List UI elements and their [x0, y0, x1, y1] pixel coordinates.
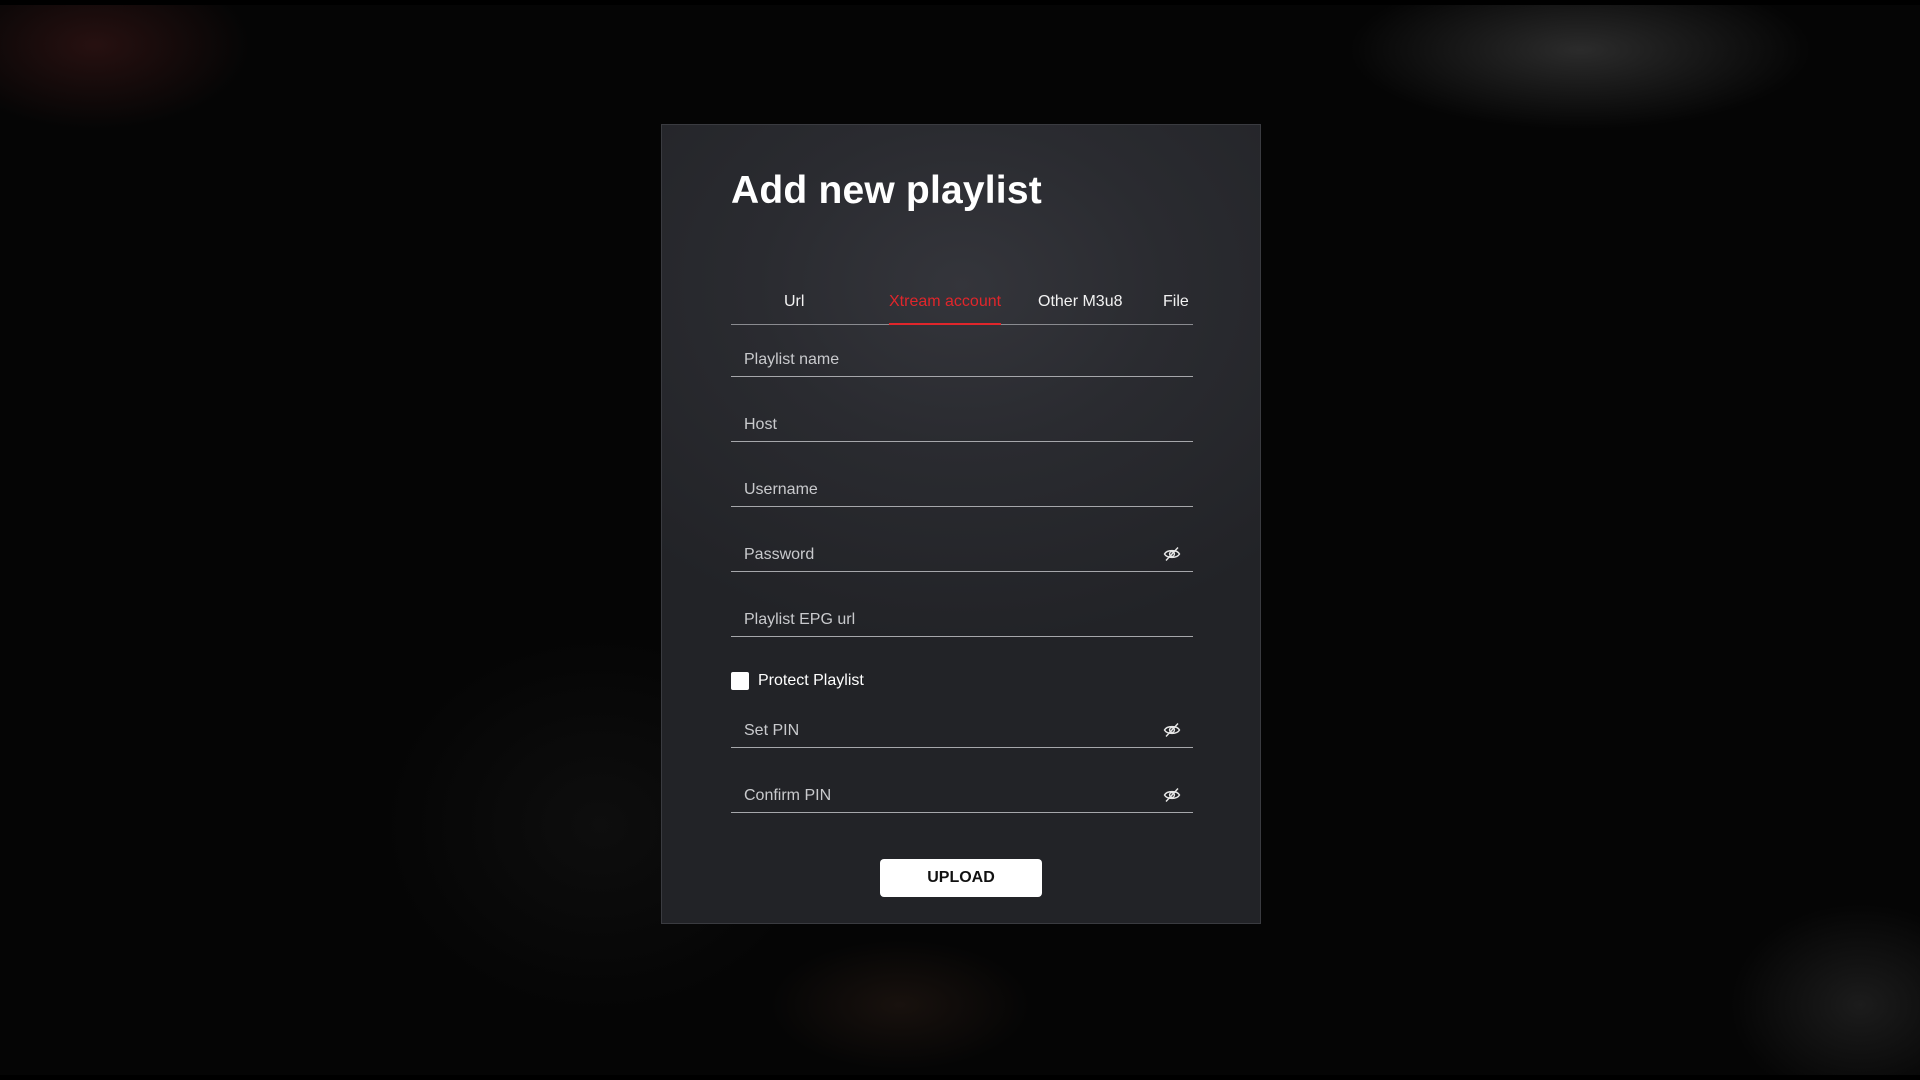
protect-playlist-label: Protect Playlist: [758, 672, 864, 689]
source-tabs: Url Xtream account Other M3u8 File: [731, 283, 1193, 325]
epg-url-input[interactable]: [731, 603, 1193, 636]
playlist-name-input[interactable]: [731, 343, 1193, 376]
username-input[interactable]: [731, 473, 1193, 506]
epg-url-field: [731, 603, 1193, 637]
username-field: [731, 473, 1193, 507]
host-field: [731, 408, 1193, 442]
tab-url[interactable]: Url: [784, 293, 804, 325]
eye-off-icon[interactable]: [1163, 546, 1181, 562]
confirm-pin-input[interactable]: [731, 779, 1193, 812]
protect-playlist-checkbox[interactable]: [731, 672, 749, 690]
dialog-title: Add new playlist: [731, 169, 1042, 212]
protect-playlist-row: Protect Playlist: [731, 670, 864, 692]
password-field: [731, 538, 1193, 572]
background: Add new playlist Url Xtream account Othe…: [0, 5, 1920, 1075]
playlist-name-field: [731, 343, 1193, 377]
set-pin-input[interactable]: [731, 714, 1193, 747]
add-playlist-dialog: Add new playlist Url Xtream account Othe…: [661, 124, 1261, 924]
host-input[interactable]: [731, 408, 1193, 441]
confirm-pin-field: [731, 779, 1193, 813]
set-pin-field: [731, 714, 1193, 748]
eye-off-icon[interactable]: [1163, 722, 1181, 738]
tab-other-m3u8[interactable]: Other M3u8: [1038, 293, 1122, 325]
tab-xtream-account[interactable]: Xtream account: [889, 293, 1002, 325]
upload-button[interactable]: UPLOAD: [880, 859, 1042, 897]
tab-file[interactable]: File: [1163, 293, 1189, 325]
eye-off-icon[interactable]: [1163, 787, 1181, 803]
password-input[interactable]: [731, 538, 1193, 571]
